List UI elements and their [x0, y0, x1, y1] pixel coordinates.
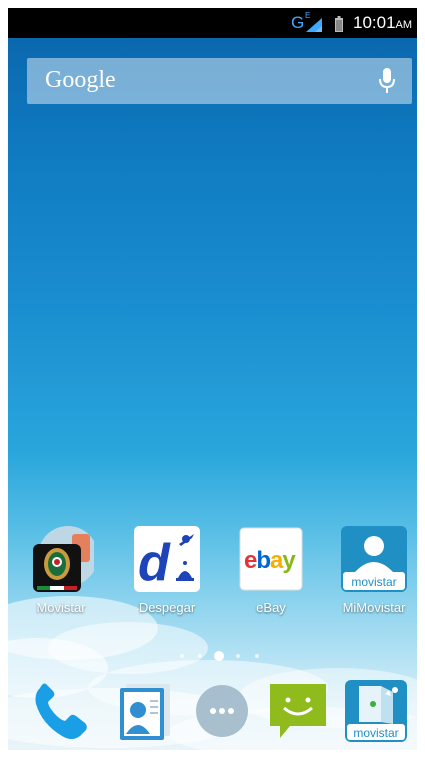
- clock-time: 10:01: [353, 13, 396, 32]
- svg-text:ebay: ebay: [244, 547, 296, 574]
- home-screen: G E 10:01AM Google Movistar d Despegar e…: [8, 8, 417, 750]
- page-dot: [198, 654, 202, 658]
- ebay-icon: ebay: [238, 526, 304, 592]
- status-bar: G E 10:01AM: [8, 8, 417, 38]
- app-movistar[interactable]: Movistar: [21, 526, 101, 615]
- messaging-icon[interactable]: [266, 680, 328, 742]
- mimovistar-icon: movistar: [341, 526, 407, 592]
- google-logo-text: Google: [45, 67, 116, 93]
- signal-strength-icon: [306, 18, 322, 32]
- contacts-icon[interactable]: [112, 680, 174, 742]
- clock-ampm: AM: [395, 19, 413, 31]
- page-dot: [236, 654, 240, 658]
- movistar-app-icon[interactable]: movistar: [345, 680, 407, 742]
- microphone-icon[interactable]: [378, 68, 396, 94]
- page-dot: [180, 654, 184, 658]
- app-ebay[interactable]: ebay eBay: [231, 526, 311, 615]
- despegar-icon: d: [134, 526, 200, 592]
- app-label: Despegar: [138, 600, 196, 615]
- app-drawer-icon[interactable]: [191, 680, 253, 742]
- mimovistar-icon-text: movistar: [351, 575, 396, 589]
- page-dot-active: [214, 651, 224, 661]
- app-label: eBay: [256, 600, 286, 615]
- movistar-folder-icon: [28, 526, 98, 592]
- google-search-bar[interactable]: Google: [27, 58, 412, 104]
- svg-text:d: d: [138, 534, 171, 592]
- app-despegar[interactable]: d Despegar: [127, 526, 207, 615]
- clock: 10:01AM: [353, 13, 412, 35]
- network-type-text: G: [291, 13, 305, 32]
- battery-icon: [335, 16, 343, 32]
- movistar-dock-text: movistar: [353, 726, 398, 740]
- app-mimovistar[interactable]: movistar MiMovistar: [334, 526, 414, 615]
- page-indicator: [180, 651, 259, 661]
- phone-icon[interactable]: [30, 680, 92, 742]
- app-label: Movistar: [36, 600, 86, 615]
- page-dot: [255, 654, 259, 658]
- app-label: MiMovistar: [342, 600, 406, 615]
